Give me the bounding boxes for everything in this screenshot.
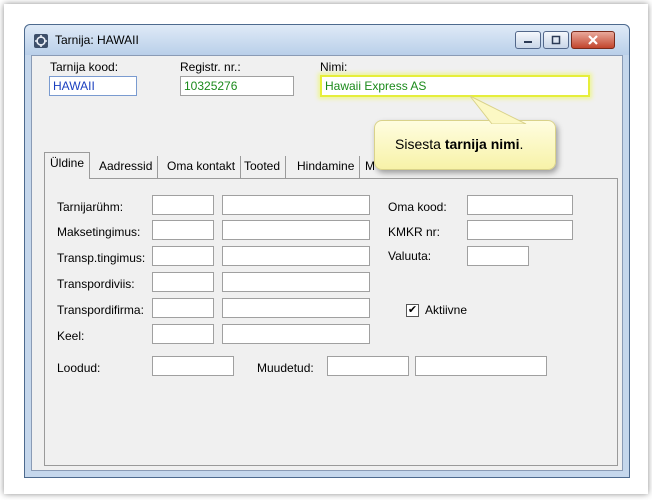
- close-button[interactable]: [571, 31, 615, 49]
- supplier-code-field[interactable]: HAWAII: [49, 76, 137, 96]
- created-field[interactable]: [152, 356, 234, 376]
- payment-terms-code-field[interactable]: [152, 220, 214, 240]
- payment-terms-name-field[interactable]: [222, 220, 370, 240]
- tab-general[interactable]: Üldine: [44, 152, 91, 179]
- supplier-code-label: Tarnija kood:: [50, 60, 119, 74]
- modified-date-field[interactable]: [327, 356, 409, 376]
- registry-number-label: Registr. nr.:: [180, 60, 241, 74]
- modified-label: Muudetud:: [257, 361, 314, 375]
- supplier-name-field[interactable]: Hawaii Express AS: [320, 75, 590, 97]
- supplier-group-name-field[interactable]: [222, 195, 370, 215]
- own-code-label: Oma kood:: [388, 200, 447, 214]
- transport-company-code-field[interactable]: [152, 298, 214, 318]
- maximize-button[interactable]: [543, 31, 569, 49]
- language-label: Keel:: [57, 329, 85, 343]
- tab-own-contact[interactable]: Oma kontakt: [162, 156, 242, 178]
- tooltip-pointer: [469, 95, 527, 124]
- name-label: Nimi:: [320, 60, 348, 74]
- currency-field[interactable]: [467, 246, 529, 266]
- created-label: Loodud:: [57, 361, 101, 375]
- minimize-icon: [524, 41, 532, 43]
- tooltip-text-bold: tarnija nimi: [444, 136, 520, 152]
- transport-mode-code-field[interactable]: [152, 272, 214, 292]
- minimize-button[interactable]: [515, 31, 541, 49]
- language-code-field[interactable]: [152, 324, 214, 344]
- hint-tooltip: Sisesta tarnija nimi.: [374, 120, 556, 170]
- transport-mode-name-field[interactable]: [222, 272, 370, 292]
- language-name-field[interactable]: [222, 324, 370, 344]
- delivery-terms-name-field[interactable]: [222, 246, 370, 266]
- general-tab-panel: Tarnijarühm: Maksetingimus: Transp.tingi…: [44, 178, 618, 466]
- transport-company-label: Transpordifirma:: [57, 303, 144, 317]
- maximize-icon: [551, 35, 561, 45]
- modified-by-field[interactable]: [415, 356, 547, 376]
- tooltip-text-suffix: .: [519, 136, 524, 152]
- close-icon: [588, 35, 598, 45]
- tab-rating[interactable]: Hindamine: [292, 156, 361, 178]
- own-code-field[interactable]: [467, 195, 573, 215]
- tab-products[interactable]: Tooted: [239, 156, 287, 178]
- title-bar[interactable]: Tarnija: HAWAII: [25, 25, 629, 55]
- currency-label: Valuuta:: [388, 249, 432, 263]
- vat-number-label: KMKR nr:: [388, 225, 441, 239]
- payment-terms-label: Maksetingimus:: [57, 225, 141, 239]
- active-label: Aktiivne: [425, 303, 468, 317]
- tab-addresses[interactable]: Aadressid: [94, 156, 159, 178]
- delivery-terms-code-field[interactable]: [152, 246, 214, 266]
- transport-company-name-field[interactable]: [222, 298, 370, 318]
- transport-mode-label: Transpordiviis:: [57, 277, 135, 291]
- tooltip-text-prefix: Sisesta: [395, 136, 445, 152]
- window-client-area: Tarnija kood: HAWAII Registr. nr.: 10325…: [31, 55, 623, 471]
- window-title: Tarnija: HAWAII: [55, 33, 139, 47]
- registry-number-field[interactable]: 10325276: [180, 76, 294, 96]
- active-checkbox[interactable]: ✔: [406, 304, 419, 317]
- supplier-window: Tarnija: HAWAII Tarnija kood: HAWAII Reg…: [24, 24, 630, 478]
- vat-number-field[interactable]: [467, 220, 573, 240]
- app-icon: [34, 34, 48, 48]
- delivery-terms-label: Transp.tingimus:: [57, 251, 146, 265]
- supplier-group-label: Tarnijarühm:: [57, 200, 124, 214]
- supplier-group-code-field[interactable]: [152, 195, 214, 215]
